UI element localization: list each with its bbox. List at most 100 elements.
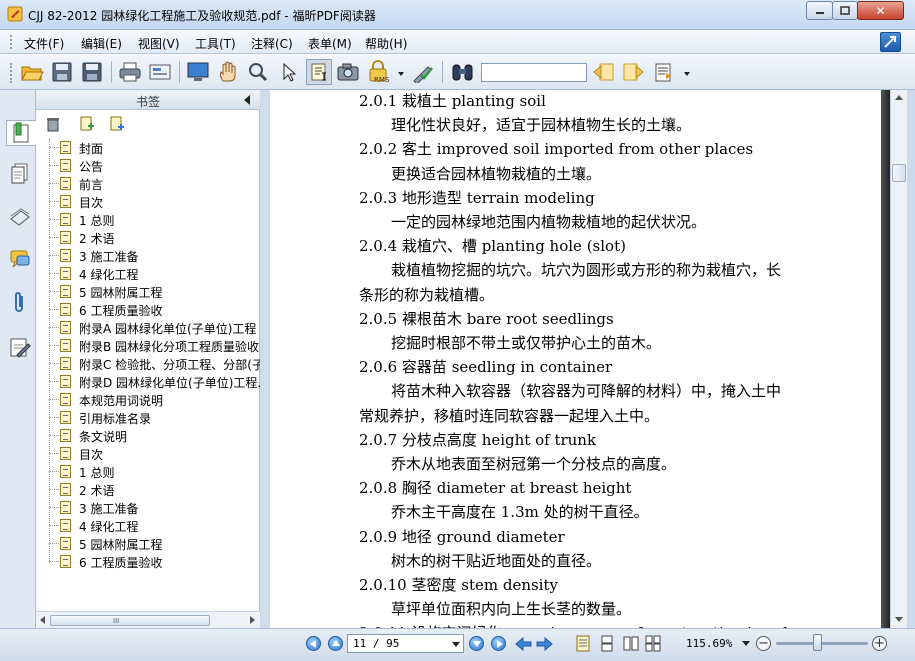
menu-help[interactable]: 帮助(H) <box>365 35 407 52</box>
bookmark-item[interactable]: 引用标准名录 <box>36 409 260 427</box>
bookmark-item[interactable]: 封面 <box>36 139 260 157</box>
menu-comment[interactable]: 注释(C) <box>251 35 293 52</box>
bookmark-page-icon <box>60 357 71 370</box>
find-next-button[interactable] <box>620 59 646 85</box>
page-number-field[interactable]: 11 / 95 <box>347 634 464 653</box>
bookmark-item[interactable]: 6 工程质量验收 <box>36 301 260 319</box>
save-as-button[interactable] <box>79 59 105 85</box>
single-page-view-icon[interactable] <box>575 635 591 652</box>
tab-layers[interactable] <box>8 204 32 230</box>
collapse-panel-icon[interactable] <box>244 95 250 105</box>
print-button[interactable] <box>117 59 143 85</box>
find-options-dropdown-arrow[interactable] <box>684 72 690 76</box>
comments-panel-icon <box>10 250 30 268</box>
bookmark-item[interactable]: 1 总则 <box>36 463 260 481</box>
bookmark-item[interactable]: 3 施工准备 <box>36 499 260 517</box>
bookmark-item[interactable]: 1 总则 <box>36 211 260 229</box>
close-button[interactable]: ✕ <box>857 1 904 20</box>
main-toolbar: RMS <box>0 54 915 90</box>
scan-button[interactable] <box>147 59 173 85</box>
last-page-icon <box>497 640 503 648</box>
open-button[interactable] <box>19 59 45 85</box>
bookmark-item[interactable]: 附录A 园林绿化单位(子单位)工程 <box>36 319 260 337</box>
tab-pages[interactable] <box>8 160 32 186</box>
menu-form[interactable]: 表单(M) <box>308 35 352 52</box>
document-scroll-thumb[interactable] <box>892 164 906 182</box>
find-previous-button[interactable] <box>591 59 617 85</box>
bookmark-item[interactable]: 本规范用词说明 <box>36 391 260 409</box>
document-page[interactable]: 2.0.1 栽植土 planting soil 理化性状良好，适宜于园林植物生长的… <box>270 90 890 628</box>
bookmark-item[interactable]: 4 绿化工程 <box>36 265 260 283</box>
snapshot-button[interactable] <box>335 59 361 85</box>
scroll-right-arrow-icon[interactable] <box>250 616 255 624</box>
continuous-view-icon[interactable] <box>599 635 615 652</box>
bookmark-item[interactable]: 2 术语 <box>36 481 260 499</box>
save-button[interactable] <box>49 59 75 85</box>
bookmark-item[interactable]: 目次 <box>36 193 260 211</box>
maximize-button[interactable] <box>832 1 858 20</box>
bookmark-page-icon <box>60 177 71 190</box>
text-select-button[interactable] <box>306 59 332 85</box>
add-child-bookmark-button[interactable] <box>108 115 126 133</box>
zoom-out-button[interactable]: − <box>756 636 771 651</box>
tab-signatures[interactable] <box>8 334 32 360</box>
menu-edit[interactable]: 编辑(E) <box>81 35 122 52</box>
bookmark-item[interactable]: 6 工程质量验收 <box>36 553 260 571</box>
page-dropdown-icon[interactable] <box>452 642 460 647</box>
sign-button[interactable] <box>410 59 436 85</box>
menu-view[interactable]: 视图(V) <box>138 35 180 52</box>
bookmark-page-icon <box>60 555 71 568</box>
bookmark-item[interactable]: 2 术语 <box>36 229 260 247</box>
bookmark-item[interactable]: 5 园林附属工程 <box>36 283 260 301</box>
plus-icon: + <box>874 636 885 651</box>
bookmark-item[interactable]: 4 绿化工程 <box>36 517 260 535</box>
tab-bookmarks[interactable] <box>6 120 36 146</box>
bookmark-item[interactable]: 条文说明 <box>36 427 260 445</box>
zoom-in-button[interactable]: + <box>872 636 887 651</box>
add-bookmark-button[interactable] <box>78 115 96 133</box>
bookmark-item[interactable]: 附录D 园林绿化单位(子单位)工程. <box>36 373 260 391</box>
zoom-slider-track[interactable] <box>776 642 868 645</box>
zoom-tool-button[interactable] <box>245 59 271 85</box>
restore-view-button[interactable] <box>880 32 901 52</box>
find-options-button[interactable] <box>652 59 678 85</box>
menu-tools[interactable]: 工具(T) <box>195 35 236 52</box>
hand-tool-icon <box>219 61 236 82</box>
go-back-arrow-icon[interactable] <box>514 636 532 652</box>
facing-view-icon[interactable] <box>623 635 639 652</box>
bookmark-item[interactable]: 附录C 检验批、分项工程、分部(子 <box>36 355 260 373</box>
bookmark-item[interactable]: 3 施工准备 <box>36 247 260 265</box>
rms-dropdown-arrow[interactable] <box>398 72 404 76</box>
next-page-button[interactable] <box>469 636 484 651</box>
tab-attachments[interactable] <box>8 290 32 316</box>
document-vertical-scrollbar[interactable] <box>890 90 907 628</box>
bookmarks-horizontal-scrollbar[interactable]: III <box>36 611 260 628</box>
bookmarks-scroll-thumb[interactable]: III <box>50 615 210 626</box>
bookmark-item[interactable]: 公告 <box>36 157 260 175</box>
minimize-button[interactable] <box>806 1 833 20</box>
go-forward-arrow-icon[interactable] <box>536 636 554 652</box>
panel-splitter[interactable] <box>260 90 270 628</box>
scroll-down-arrow-icon[interactable] <box>895 617 903 622</box>
bookmark-item[interactable]: 附录B 园林绿化分项工程质量验收 <box>36 337 260 355</box>
zoom-slider-thumb[interactable] <box>812 634 822 651</box>
bookmark-item[interactable]: 5 园林附属工程 <box>36 535 260 553</box>
find-button[interactable] <box>450 59 476 85</box>
previous-page-button[interactable] <box>328 636 343 651</box>
select-tool-button[interactable] <box>275 59 301 85</box>
zoom-dropdown-icon[interactable] <box>742 641 750 646</box>
continuous-facing-view-icon[interactable] <box>645 635 661 652</box>
first-page-button[interactable] <box>306 636 321 651</box>
tab-comments[interactable] <box>8 246 32 272</box>
search-input[interactable] <box>481 63 587 82</box>
delete-bookmark-button[interactable] <box>44 115 62 133</box>
bookmark-item[interactable]: 前言 <box>36 175 260 193</box>
bookmark-label: 附录B 园林绿化分项工程质量验收 <box>79 340 260 354</box>
menu-file[interactable]: 文件(F) <box>24 35 64 52</box>
scroll-left-arrow-icon[interactable] <box>40 616 45 624</box>
last-page-button[interactable] <box>491 636 506 651</box>
fullscreen-button[interactable] <box>185 59 211 85</box>
hand-tool-button[interactable] <box>215 59 241 85</box>
bookmark-item[interactable]: 目次 <box>36 445 260 463</box>
scroll-up-arrow-icon[interactable] <box>895 95 903 100</box>
